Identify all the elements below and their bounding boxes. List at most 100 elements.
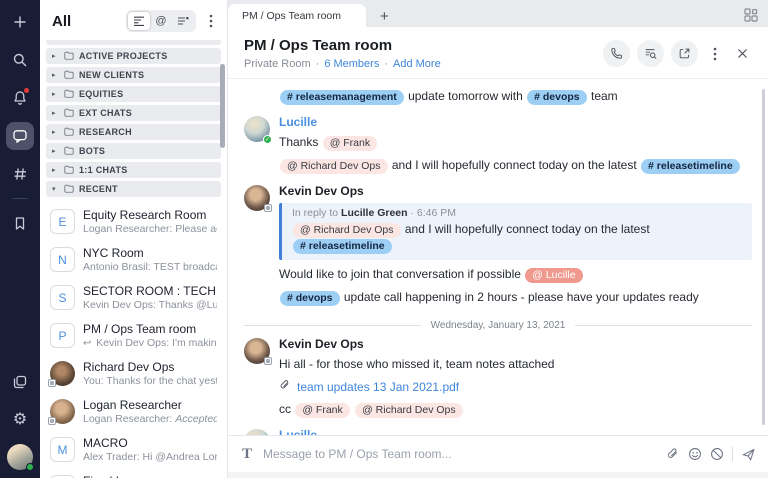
chat-item-texts: Logan ResearcherLogan Researcher: Accept… (83, 398, 217, 426)
members-link[interactable]: 6 Members (324, 58, 379, 70)
hashtag-pill[interactable]: # devops (527, 90, 587, 105)
chat-item-texts: PM / Ops Team room↩ Kevin Dev Ops: I'm m… (83, 322, 217, 350)
directory-button[interactable] (6, 160, 34, 188)
unread-filter-button[interactable] (172, 12, 194, 30)
gear-icon: ⚙ (13, 412, 27, 428)
message-input[interactable] (263, 447, 655, 461)
message-author[interactable]: Lucille (279, 428, 752, 435)
sidebar-section[interactable]: ▸EXT CHATS (46, 105, 221, 121)
hashtag-pill[interactable]: # releasemanagement (280, 90, 404, 105)
notifications-button[interactable] (6, 84, 34, 112)
call-button[interactable] (603, 40, 630, 67)
message-line: # devops update call happening in 2 hour… (279, 290, 752, 306)
message-text: and I will hopefully connect today on th… (389, 158, 641, 172)
message-author[interactable]: Lucille (279, 115, 752, 130)
caret-down-icon: ▾ (52, 185, 59, 193)
folder-icon (64, 108, 74, 117)
sidebar-section[interactable]: ▸EQUITIES (46, 86, 221, 102)
chat-header: PM / Ops Team room Private Room · 6 Memb… (228, 27, 768, 79)
sort-filter-button[interactable] (128, 12, 150, 30)
message-body: # releasemanagement update tomorrow with… (279, 84, 752, 112)
mentions-filter-button[interactable]: @ (150, 12, 172, 30)
sidebar-section[interactable]: ▸RESEARCH (46, 124, 221, 140)
sidebar-section[interactable]: ▸BOTS (46, 143, 221, 159)
sidebar-section-recent[interactable]: ▾RECENT (46, 181, 221, 197)
folder-icon (64, 51, 74, 60)
chat-list-item[interactable]: SSECTOR ROOM : TECHKevin Dev Ops: Thanks… (40, 279, 227, 317)
hashtag-pill[interactable]: # devops (280, 291, 340, 306)
tab-pm-ops-team-room[interactable]: PM / Ops Team room (228, 4, 366, 27)
chat-item-preview: ↩ Kevin Dev Ops: I'm making a fin... (83, 337, 217, 350)
hashtag-icon (12, 166, 28, 182)
text-format-button[interactable]: T (242, 446, 252, 463)
mention-pill[interactable]: @ Richard Dev Ops (293, 223, 401, 238)
chat-list-item[interactable]: MMACROAlex Trader: Hi @Andrea Long (EQ .… (40, 431, 227, 469)
mention-pill[interactable]: @ Frank (323, 136, 377, 151)
photo-avatar (50, 361, 75, 386)
chat-item-preview: Alex Trader: Hi @Andrea Long (EQ ... (83, 451, 217, 464)
windows-button[interactable] (6, 368, 34, 396)
mention-pill[interactable]: @ Frank (295, 403, 349, 418)
chat-item-name: NYC Room (83, 246, 217, 261)
quoted-reply[interactable]: In reply to Lucille Green · 6:46 PM@ Ric… (279, 203, 752, 260)
message-body: Kevin Dev OpsHi all - for those who miss… (279, 336, 752, 425)
chat-list-item[interactable]: Logan ResearcherLogan Researcher: Accept… (40, 393, 227, 431)
caret-right-icon: ▸ (52, 147, 59, 155)
message-line: team updates 13 Jan 2021.pdf (279, 379, 752, 395)
sidebar-section[interactable]: ▸1:1 CHATS (46, 162, 221, 178)
user-avatar[interactable] (7, 444, 33, 470)
conversation-menu-button[interactable] (705, 40, 725, 67)
popout-button[interactable] (671, 40, 698, 67)
sidebar-section[interactable]: ▸NEW CLIENTS (46, 67, 221, 83)
mention-pill[interactable]: @ Richard Dev Ops (280, 159, 388, 174)
caret-right-icon: ▸ (52, 109, 59, 117)
bookmarks-button[interactable] (6, 209, 34, 237)
message-avatar[interactable] (244, 338, 270, 364)
message-author[interactable]: Kevin Dev Ops (279, 184, 752, 199)
chat-item-texts: MACROAlex Trader: Hi @Andrea Long (EQ ..… (83, 436, 217, 464)
message-avatar[interactable] (244, 185, 270, 211)
message-line: # releasemanagement update tomorrow with… (279, 89, 752, 105)
search-in-conversation-button[interactable] (637, 40, 664, 67)
chat-list-item[interactable]: EEquity Research RoomLogan Researcher: P… (40, 203, 227, 241)
kebab-icon (713, 47, 717, 61)
chat-item-name: MACRO (83, 436, 217, 451)
search-button[interactable] (6, 46, 34, 74)
message-line: @ Richard Dev Ops and I will hopefully c… (279, 158, 752, 174)
folder-icon (64, 127, 74, 136)
close-module-button[interactable] (732, 40, 752, 67)
messages-scrollbar[interactable] (762, 89, 765, 425)
chat-list-item[interactable]: FFixed IncomeRaline Wijaya: test blast (40, 469, 227, 478)
popout-icon (678, 47, 691, 60)
section-label: EQUITIES (79, 89, 123, 99)
chats-button[interactable] (6, 122, 34, 150)
external-badge-icon (48, 417, 56, 425)
add-more-link[interactable]: Add More (393, 58, 441, 70)
chat-list-item[interactable]: NNYC RoomAntonio Brasil: TEST broadcast (40, 241, 227, 279)
mention-pill[interactable]: @ Richard Dev Ops (355, 403, 463, 418)
chat-item-preview: Kevin Dev Ops: Thanks @Lucille Gr... (83, 299, 217, 312)
disable-icon[interactable] (710, 447, 724, 461)
sidebar-section[interactable]: ▸ACTIVE PROJECTS (46, 48, 221, 64)
hashtag-pill[interactable]: # releasetimeline (293, 239, 392, 254)
hashtag-pill[interactable]: # releasetimeline (641, 159, 740, 174)
message-author[interactable]: Kevin Dev Ops (279, 337, 752, 352)
emoji-icon[interactable] (688, 447, 702, 461)
send-icon[interactable] (741, 447, 756, 462)
sidebar-scrollbar[interactable] (220, 64, 225, 148)
message: Kevin Dev OpsHi all - for those who miss… (244, 336, 752, 425)
chat-list-item[interactable]: PPM / Ops Team room↩ Kevin Dev Ops: I'm … (40, 317, 227, 355)
message-avatar[interactable]: ✓ (244, 429, 270, 435)
sort-lines-icon (133, 16, 145, 26)
paperclip-icon[interactable] (666, 447, 680, 461)
new-tab-button[interactable]: + (380, 11, 389, 23)
message-avatar[interactable]: ✓ (244, 116, 270, 142)
self-mention-pill[interactable]: @ Lucille (525, 268, 582, 283)
message: ✓LucilleThanks @ Frank@ Richard Dev Ops … (244, 114, 752, 181)
sidebar-menu-button[interactable] (203, 14, 219, 28)
layout-button[interactable] (744, 8, 758, 22)
create-button[interactable] (6, 8, 34, 36)
file-attachment-link[interactable]: team updates 13 Jan 2021.pdf (279, 379, 459, 395)
chat-list-item[interactable]: Richard Dev OpsYou: Thanks for the chat … (40, 355, 227, 393)
settings-button[interactable]: ⚙ (6, 406, 34, 434)
